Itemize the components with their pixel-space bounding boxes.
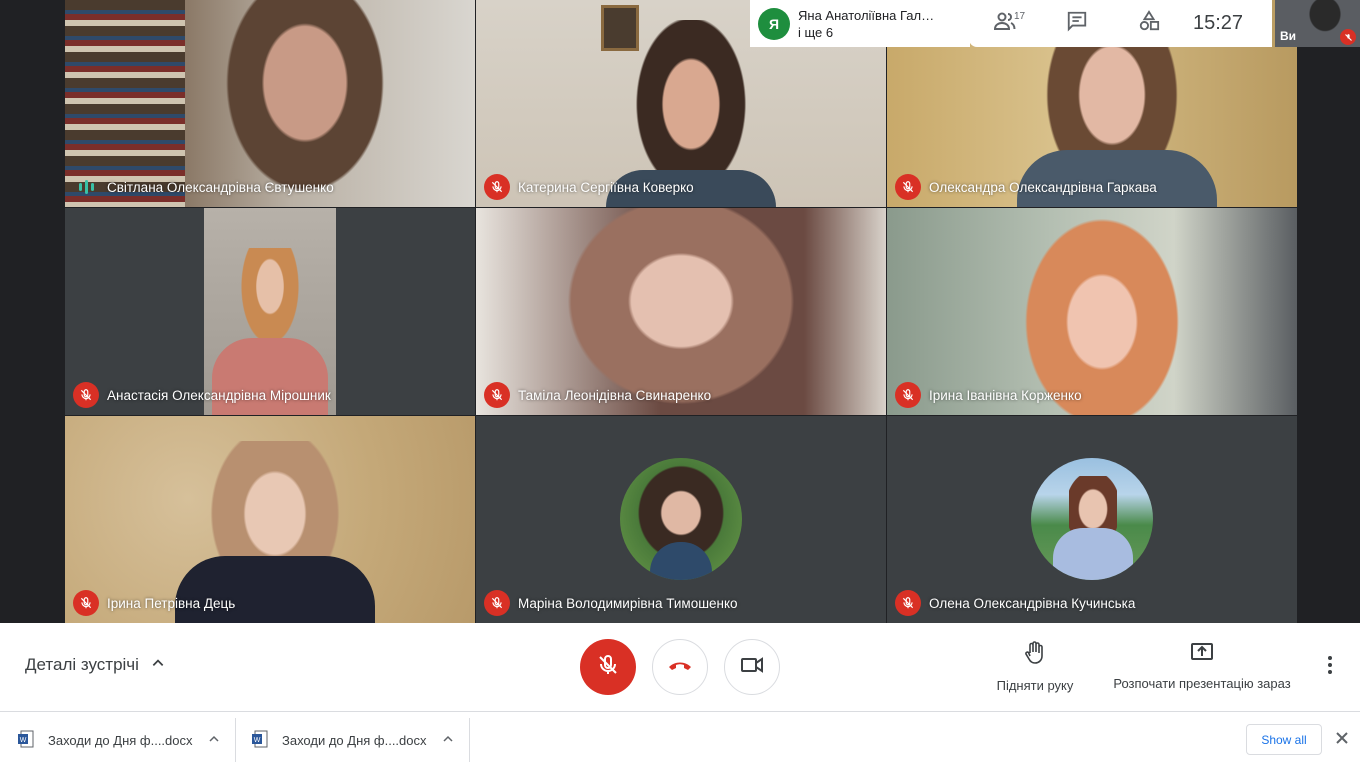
- chat-icon: [1066, 10, 1088, 37]
- participant-name: Катерина Сергіївна Коверко: [518, 179, 694, 195]
- avatar: [1031, 458, 1153, 580]
- presenter-name: Яна Анатоліївна Гал…: [798, 7, 935, 23]
- top-bar: 17 15:27: [969, 0, 1272, 47]
- participants-count: 17: [1014, 11, 1026, 22]
- participant-name: Олександра Олександрівна Гаркава: [929, 179, 1157, 195]
- download-filename: Заходи до Дня ф....docx: [48, 732, 193, 748]
- activities-button[interactable]: [1113, 0, 1185, 47]
- avatar: [620, 458, 742, 580]
- participant-name-row: Олена Олександрівна Кучинська: [895, 590, 1135, 616]
- participant-name-row: Анастасія Олександрівна Мірошник: [73, 382, 331, 408]
- chevron-up-icon: [151, 656, 165, 675]
- more-options-button[interactable]: [1318, 653, 1342, 681]
- word-doc-icon: W: [18, 730, 34, 751]
- close-icon: [1336, 731, 1348, 749]
- download-filename: Заходи до Дня ф....docx: [282, 732, 427, 748]
- close-downloads-button[interactable]: [1330, 728, 1354, 752]
- participant-tile[interactable]: Анастасія Олександрівна Мірошник: [65, 208, 475, 415]
- download-divider: [469, 718, 470, 762]
- participant-name: Таміла Леонідівна Свинаренко: [518, 387, 712, 403]
- video-grid: Світлана Олександрівна Євтушенко Катерин…: [0, 0, 1360, 623]
- download-item[interactable]: W Заходи до Дня ф....docx: [18, 712, 236, 768]
- meeting-details-label: Деталі зустрічі: [25, 655, 139, 674]
- speaking-indicator-icon: [73, 174, 99, 200]
- self-label: Ви: [1280, 29, 1297, 43]
- raise-hand-button[interactable]: Підняти руку: [990, 641, 1080, 693]
- participant-tile[interactable]: Таміла Леонідівна Свинаренко: [476, 208, 886, 415]
- mic-off-icon: [596, 653, 620, 682]
- participant-tile[interactable]: Маріна Володимирівна Тимошенко: [476, 416, 886, 623]
- meeting-controls: Деталі зустрічі Підняти руку Розпочати п…: [0, 623, 1360, 711]
- chevron-up-icon[interactable]: [442, 733, 454, 748]
- presenter-chip[interactable]: Я Яна Анатоліївна Гал… і ще 6: [750, 0, 970, 47]
- avatar-person: [1069, 476, 1117, 536]
- word-doc-icon: W: [252, 730, 268, 751]
- participant-name-row: Ірина Іванівна Корженко: [895, 382, 1082, 408]
- participant-name: Маріна Володимирівна Тимошенко: [518, 595, 738, 611]
- download-item[interactable]: W Заходи до Дня ф....docx: [252, 712, 470, 768]
- show-all-label: Show all: [1261, 732, 1307, 747]
- more-vert-icon: [1327, 655, 1333, 680]
- camera-toggle-button[interactable]: [724, 639, 780, 695]
- leave-call-button[interactable]: [652, 639, 708, 695]
- mic-off-icon: [484, 382, 510, 408]
- mic-off-icon: [895, 382, 921, 408]
- mic-off-icon: [73, 382, 99, 408]
- participant-tile[interactable]: Ірина Іванівна Корженко: [887, 208, 1297, 415]
- participant-name-row: Маріна Володимирівна Тимошенко: [484, 590, 738, 616]
- participant-name: Олена Олександрівна Кучинська: [929, 595, 1136, 611]
- hang-up-icon: [667, 658, 693, 677]
- participant-name-row: Таміла Леонідівна Свинаренко: [484, 382, 711, 408]
- mic-off-icon: [484, 590, 510, 616]
- download-divider: [235, 718, 236, 762]
- participants-button[interactable]: 17: [969, 0, 1041, 47]
- participant-name-row: Катерина Сергіївна Коверко: [484, 174, 694, 200]
- activities-icon: [1138, 10, 1160, 37]
- presenter-more: і ще 6: [798, 24, 834, 40]
- chevron-up-icon[interactable]: [208, 733, 220, 748]
- present-now-label: Розпочати презентацію зараз: [1113, 676, 1291, 691]
- svg-text:W: W: [20, 737, 27, 744]
- present-screen-icon: [1190, 641, 1214, 668]
- svg-text:W: W: [254, 737, 261, 744]
- mic-off-icon: [895, 174, 921, 200]
- mic-off-icon: [484, 174, 510, 200]
- download-bar: W Заходи до Дня ф....docx W Заходи до Дн…: [0, 711, 1360, 768]
- self-mic-off-icon: [1340, 29, 1356, 45]
- participant-name-row: Світлана Олександрівна Євтушенко: [73, 174, 334, 200]
- avatar-blouse: [1053, 528, 1133, 580]
- participant-name-row: Олександра Олександрівна Гаркава: [895, 174, 1157, 200]
- chat-button[interactable]: [1041, 0, 1113, 47]
- meeting-details-button[interactable]: Деталі зустрічі: [25, 655, 165, 675]
- presenter-avatar: Я: [758, 7, 790, 40]
- present-now-button[interactable]: Розпочати презентацію зараз: [1102, 641, 1302, 691]
- participant-tile[interactable]: Олена Олександрівна Кучинська: [887, 416, 1297, 623]
- hand-icon: [1024, 641, 1046, 670]
- participant-name-row: Ірина Петрівна Дець: [73, 590, 235, 616]
- mic-toggle-button[interactable]: [580, 639, 636, 695]
- participant-name: Ірина Іванівна Корженко: [929, 387, 1082, 403]
- show-all-button[interactable]: Show all: [1246, 724, 1322, 755]
- participant-tile[interactable]: Світлана Олександрівна Євтушенко: [65, 0, 475, 207]
- self-view[interactable]: Ви: [1275, 0, 1360, 47]
- participant-name: Світлана Олександрівна Євтушенко: [107, 179, 334, 195]
- participant-tile[interactable]: Ірина Петрівна Дець: [65, 416, 475, 623]
- avatar-scarf: [650, 542, 712, 580]
- mic-off-icon: [73, 590, 99, 616]
- participant-name: Анастасія Олександрівна Мірошник: [107, 387, 331, 403]
- video-camera-icon: [740, 653, 764, 682]
- mic-off-icon: [895, 590, 921, 616]
- clock: 15:27: [1193, 12, 1244, 34]
- participant-name: Ірина Петрівна Дець: [107, 595, 236, 611]
- raise-hand-label: Підняти руку: [996, 678, 1074, 693]
